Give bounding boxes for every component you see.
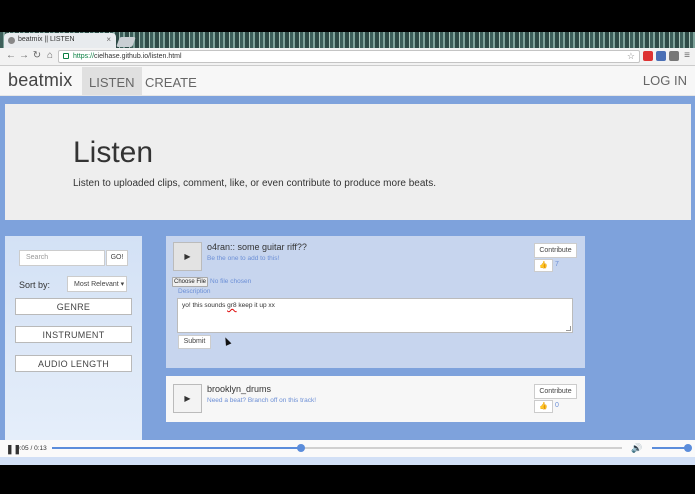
brand-logo[interactable]: beatmix (8, 70, 72, 91)
extension-icon-blue[interactable] (656, 51, 666, 61)
thumbs-up-icon: 👍 (539, 403, 548, 410)
play-button[interactable]: ▶ (173, 242, 202, 271)
letterbox-bottom (0, 465, 695, 494)
seek-bar-progress (52, 447, 302, 449)
tab-title: beatmix || LISTEN (18, 36, 75, 43)
track-title: o4ran:: some guitar riff?? (207, 242, 307, 252)
browser-tab[interactable]: beatmix || LISTEN × (4, 33, 116, 48)
filter-instrument-button[interactable]: INSTRUMENT (15, 326, 132, 343)
menu-icon[interactable]: ≡ (681, 50, 693, 61)
track-card: ▶ o4ran:: some guitar riff?? Be the one … (166, 236, 585, 368)
resize-grip-icon[interactable] (566, 326, 571, 331)
comment-text-post: keep it up xx (236, 302, 275, 309)
like-count: 7 (555, 261, 559, 268)
login-link[interactable]: LOG IN (643, 73, 687, 88)
sort-select[interactable]: Most Relevant ▾ (67, 276, 127, 292)
play-button[interactable]: ▶ (173, 384, 202, 413)
track-card: ▶ brooklyn_drums Need a beat? Branch off… (166, 376, 585, 422)
thumbs-up-icon: 👍 (539, 262, 548, 269)
volume-handle[interactable] (684, 444, 692, 452)
search-go-button[interactable]: GO! (106, 250, 128, 266)
seek-bar[interactable] (52, 444, 622, 452)
extension-icon-red[interactable] (643, 51, 653, 61)
letterbox-top (0, 0, 695, 32)
like-button[interactable]: 👍 (534, 259, 553, 272)
back-arrow-icon[interactable]: ← (5, 50, 17, 61)
reload-icon[interactable]: ↻ (31, 50, 43, 61)
bookmark-star-icon[interactable]: ☆ (627, 51, 635, 62)
play-icon: ▶ (184, 394, 191, 403)
forward-arrow-icon[interactable]: → (18, 50, 30, 61)
page-subtitle: Listen to uploaded clips, comment, like,… (73, 178, 436, 189)
filter-sidebar: Search GO! Sort by: Most Relevant ▾ GENR… (5, 236, 142, 440)
volume-slider[interactable] (652, 444, 692, 452)
page-bottom-strip (0, 457, 695, 465)
comment-text-misspelt: gr8 (227, 302, 237, 309)
lock-icon (63, 53, 69, 59)
nav-link-create[interactable]: CREATE (138, 67, 204, 95)
hero-section: Listen Listen to uploaded clips, comment… (5, 104, 691, 220)
close-tab-icon[interactable]: × (106, 35, 111, 44)
description-label: Description (178, 288, 211, 295)
volume-icon[interactable]: 🔊 (631, 443, 642, 454)
screenshot-root: beatmix || LISTEN × ← → ↻ ⌂ https://ciel… (0, 0, 695, 494)
filter-genre-button[interactable]: GENRE (15, 298, 132, 315)
url-text: cielhase.github.io/listen.html (94, 53, 182, 60)
like-button[interactable]: 👍 (534, 400, 553, 413)
submit-button[interactable]: Submit (178, 335, 211, 349)
track-subtitle[interactable]: Be the one to add to this! (207, 255, 279, 262)
address-bar[interactable]: https://cielhase.github.io/listen.html ☆ (58, 50, 640, 63)
contribute-button[interactable]: Contribute (534, 384, 577, 399)
comment-text-pre: yo! this sounds (182, 302, 228, 309)
search-input[interactable]: Search (19, 250, 105, 266)
track-subtitle[interactable]: Need a beat? Branch off on this track! (207, 397, 316, 404)
choose-file-button[interactable]: Choose File (172, 277, 208, 287)
page-title: Listen (73, 136, 154, 169)
play-icon: ▶ (184, 252, 191, 261)
favicon-icon (8, 37, 15, 44)
like-count: 0 (555, 402, 559, 409)
extension-icon-gray[interactable] (669, 51, 679, 61)
filter-audio-length-button[interactable]: AUDIO LENGTH (15, 355, 132, 372)
contribute-button[interactable]: Contribute (534, 243, 577, 258)
home-icon[interactable]: ⌂ (44, 50, 56, 61)
nav-link-listen[interactable]: LISTEN (82, 67, 142, 95)
video-time: 0:05 / 0:13 (16, 445, 47, 452)
url-scheme: https:// (73, 53, 95, 60)
comment-textarea[interactable]: yo! this sounds gr8 keep it up xx (177, 298, 573, 333)
sort-label: Sort by: (19, 280, 51, 290)
no-file-label: No file chosen (210, 278, 252, 285)
track-title: brooklyn_drums (207, 384, 272, 394)
